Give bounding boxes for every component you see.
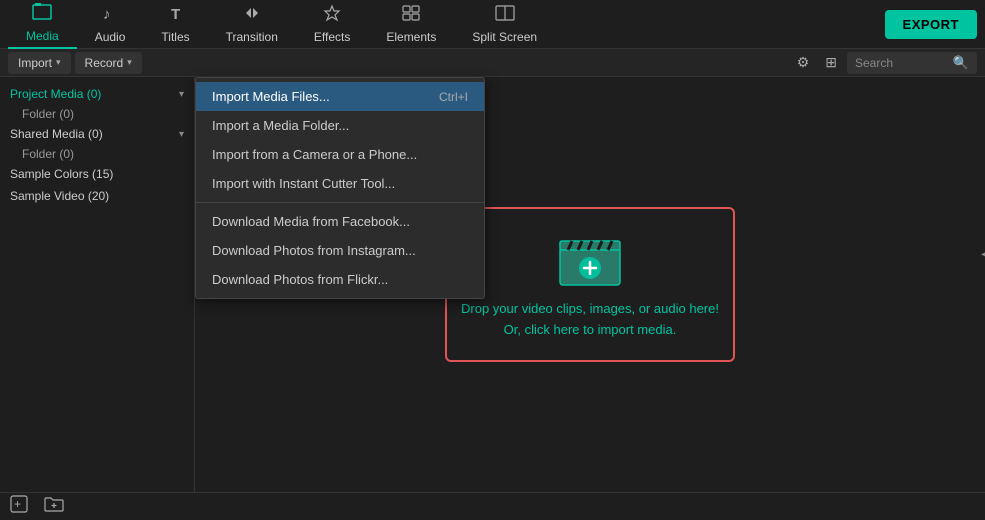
nav-transition[interactable]: Transition [208, 0, 296, 49]
media-icon [32, 3, 52, 26]
grid-icon[interactable]: ⊞ [819, 52, 843, 73]
sidebar: Project Media (0) ▾ Folder (0) Shared Me… [0, 77, 195, 492]
splitscreen-icon [495, 4, 515, 27]
project-media-chevron-icon: ▾ [179, 89, 184, 100]
nav-elements-label: Elements [386, 30, 436, 44]
titles-icon: T [167, 4, 185, 27]
content-area: Import Media Files... Ctrl+I Import a Me… [195, 77, 985, 492]
bottom-bar: + [0, 492, 985, 520]
nav-audio-label: Audio [95, 30, 126, 44]
nav-titles[interactable]: T Titles [143, 0, 207, 49]
export-button[interactable]: EXPORT [885, 10, 977, 39]
nav-splitscreen[interactable]: Split Screen [454, 0, 555, 49]
sidebar-item-shared-media[interactable]: Shared Media (0) ▾ [0, 123, 194, 145]
sidebar-item-shared-folder[interactable]: Folder (0) [0, 145, 194, 163]
sidebar-item-sample-colors[interactable]: Sample Colors (15) [0, 163, 194, 185]
sidebar-item-sample-video[interactable]: Sample Video (20) [0, 185, 194, 207]
clapper-icon [554, 229, 626, 289]
dropdown-import-instant[interactable]: Import with Instant Cutter Tool... [196, 169, 484, 198]
sample-video-label: Sample Video (20) [10, 189, 109, 203]
svg-text:T: T [171, 6, 180, 22]
dropdown-download-instagram[interactable]: Download Photos from Instagram... [196, 236, 484, 265]
dropdown-container: Import Media Files... Ctrl+I Import a Me… [195, 77, 485, 299]
audio-icon: ♪ [101, 4, 119, 27]
record-chevron-icon: ▾ [127, 57, 132, 68]
shared-media-chevron-icon: ▾ [179, 129, 184, 140]
nav-splitscreen-label: Split Screen [472, 30, 537, 44]
nav-effects-label: Effects [314, 30, 350, 44]
svg-text:♪: ♪ [103, 6, 111, 22]
project-media-label: Project Media (0) [10, 87, 101, 101]
filter-icon[interactable]: ⚙ [791, 52, 816, 73]
nav-effects[interactable]: Effects [296, 0, 368, 49]
sample-colors-label: Sample Colors (15) [10, 167, 113, 181]
svg-text:+: + [14, 497, 21, 511]
dropdown-download-flickr[interactable]: Download Photos from Flickr... [196, 265, 484, 294]
nav-media-label: Media [26, 29, 59, 43]
shared-media-label: Shared Media (0) [10, 127, 103, 141]
add-folder-icon[interactable] [44, 495, 64, 518]
import-chevron-icon: ▾ [56, 57, 61, 68]
nav-elements[interactable]: Elements [368, 0, 454, 49]
import-button[interactable]: Import ▾ [8, 52, 71, 74]
add-media-icon[interactable]: + [10, 495, 28, 518]
nav-titles-label: Titles [161, 30, 189, 44]
record-label: Record [85, 56, 124, 70]
toolbar: Import ▾ Record ▾ ⚙ ⊞ 🔍 [0, 49, 985, 77]
nav-transition-label: Transition [226, 30, 278, 44]
sidebar-item-project-folder[interactable]: Folder (0) [0, 105, 194, 123]
dropdown-import-files[interactable]: Import Media Files... Ctrl+I [196, 82, 484, 111]
import-dropdown-menu: Import Media Files... Ctrl+I Import a Me… [195, 77, 485, 299]
top-nav: Media ♪ Audio T Titles Transition [0, 0, 985, 49]
elements-icon [401, 4, 421, 27]
drop-zone-text: Drop your video clips, images, or audio … [461, 299, 719, 341]
dropdown-separator [196, 202, 484, 203]
effects-icon [322, 4, 342, 27]
dropdown-download-facebook[interactable]: Download Media from Facebook... [196, 207, 484, 236]
sidebar-item-project-media[interactable]: Project Media (0) ▾ [0, 83, 194, 105]
search-input[interactable] [855, 56, 949, 70]
import-label: Import [18, 56, 52, 70]
main-layout: Project Media (0) ▾ Folder (0) Shared Me… [0, 77, 985, 492]
dropdown-import-camera[interactable]: Import from a Camera or a Phone... [196, 140, 484, 169]
search-icon: 🔍 [953, 55, 969, 71]
search-box[interactable]: 🔍 [847, 52, 977, 74]
nav-audio[interactable]: ♪ Audio [77, 0, 144, 49]
record-button[interactable]: Record ▾ [75, 52, 142, 74]
nav-media[interactable]: Media [8, 0, 77, 49]
transition-icon [242, 4, 262, 27]
dropdown-import-folder[interactable]: Import a Media Folder... [196, 111, 484, 140]
drop-zone[interactable]: Drop your video clips, images, or audio … [445, 207, 735, 362]
